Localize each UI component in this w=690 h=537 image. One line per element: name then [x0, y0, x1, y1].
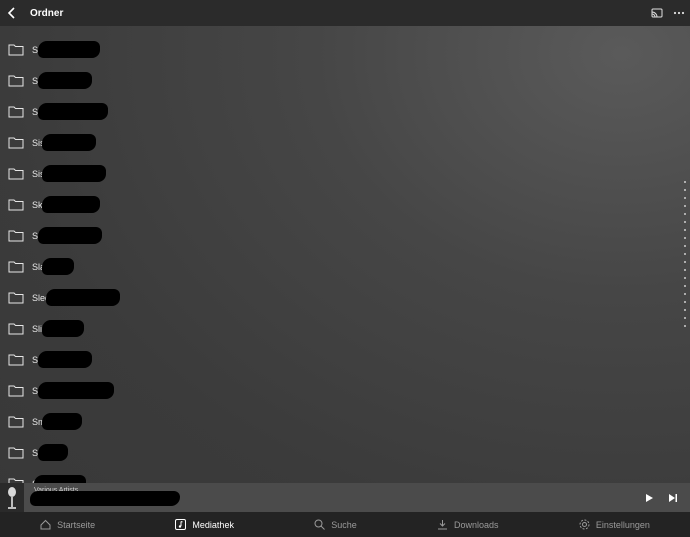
folder-item[interactable]: Sis	[0, 127, 660, 158]
redacted-text	[38, 227, 102, 244]
redacted-track-title	[30, 491, 180, 506]
redacted-text	[38, 72, 92, 89]
redacted-text	[42, 258, 74, 275]
folder-icon	[8, 447, 24, 459]
folder-icon	[8, 385, 24, 397]
scrollbar[interactable]	[683, 178, 687, 328]
nav-item-suche[interactable]: Suche	[314, 519, 357, 530]
redacted-text	[42, 165, 106, 182]
redacted-text	[42, 320, 84, 337]
home-icon	[40, 519, 51, 530]
nav-label: Startseite	[57, 519, 96, 530]
gear-icon	[579, 519, 590, 530]
page-title: Ordner	[30, 7, 64, 19]
folder-item[interactable]: Sla	[0, 251, 660, 282]
folder-icon	[8, 137, 24, 149]
folder-item[interactable]: Slee	[0, 282, 660, 313]
app-window: Ordner SiSiSiSisSisSkeSkSlaSleeSliSmSmSm…	[0, 0, 690, 537]
album-art[interactable]	[0, 483, 24, 512]
redacted-text	[42, 196, 100, 213]
folder-icon	[8, 292, 24, 304]
nav-label: Downloads	[454, 519, 499, 530]
folder-item[interactable]: Sis	[0, 158, 660, 189]
play-icon	[646, 493, 653, 502]
nav-label: Suche	[331, 519, 357, 530]
redacted-text	[38, 103, 108, 120]
folder-item[interactable]: Sk	[0, 220, 660, 251]
folder-item[interactable]: Sli	[0, 313, 660, 344]
folder-icon	[8, 261, 24, 273]
folder-item[interactable]: S	[0, 468, 660, 483]
skip-next-icon	[669, 493, 677, 502]
nav-item-startseite[interactable]: Startseite	[40, 519, 95, 530]
folder-item[interactable]: Si	[0, 96, 660, 127]
search-icon	[314, 519, 326, 530]
microphone-icon	[8, 486, 16, 509]
top-bar: Ordner	[0, 0, 690, 26]
cast-button[interactable]	[646, 0, 668, 26]
bottom-nav: Startseite Mediathek Suche Downloads Einstel…	[0, 512, 690, 537]
nav-item-einstellungen[interactable]: Einstellungen	[579, 519, 650, 530]
back-button[interactable]	[0, 0, 24, 26]
folder-name: Sli	[32, 323, 43, 334]
chevron-left-icon	[7, 7, 15, 19]
folder-icon	[8, 416, 24, 428]
nav-item-downloads[interactable]: Downloads	[437, 519, 499, 530]
header-actions	[646, 0, 690, 26]
redacted-text	[42, 134, 96, 151]
folder-item[interactable]: Ske	[0, 189, 660, 220]
more-button[interactable]	[668, 0, 690, 26]
next-button[interactable]	[664, 489, 682, 507]
nav-label: Mediathek	[192, 519, 234, 530]
redacted-text	[38, 382, 114, 399]
folder-item[interactable]: Sm	[0, 375, 660, 406]
folder-icon	[8, 44, 24, 56]
folder-item[interactable]: Sm	[0, 344, 660, 375]
folder-item[interactable]: Sme	[0, 406, 660, 437]
play-button[interactable]	[640, 489, 658, 507]
redacted-text	[34, 475, 86, 483]
redacted-text	[46, 289, 120, 306]
redacted-text	[38, 351, 92, 368]
folder-icon	[8, 230, 24, 242]
music-note-icon	[175, 519, 187, 530]
redacted-text	[38, 444, 68, 461]
folder-icon	[8, 75, 24, 87]
player-controls	[640, 483, 682, 512]
folder-icon	[8, 323, 24, 335]
redacted-text	[42, 413, 82, 430]
folder-list: SiSiSiSisSisSkeSkSlaSleeSliSmSmSmeSnS	[0, 34, 660, 483]
download-icon	[438, 520, 448, 530]
folder-item[interactable]: Sn	[0, 437, 660, 468]
mini-player[interactable]: Various Artists	[0, 483, 690, 512]
more-horizontal-icon	[673, 11, 685, 15]
folder-item[interactable]: Si	[0, 65, 660, 96]
folder-item[interactable]: Si	[0, 34, 660, 65]
redacted-text	[38, 41, 100, 58]
folder-icon	[8, 354, 24, 366]
folder-icon	[8, 199, 24, 211]
folder-icon	[8, 168, 24, 180]
folder-icon	[8, 106, 24, 118]
nav-item-mediathek[interactable]: Mediathek	[175, 519, 234, 530]
cast-icon	[651, 8, 663, 18]
nav-label: Einstellungen	[595, 519, 650, 530]
